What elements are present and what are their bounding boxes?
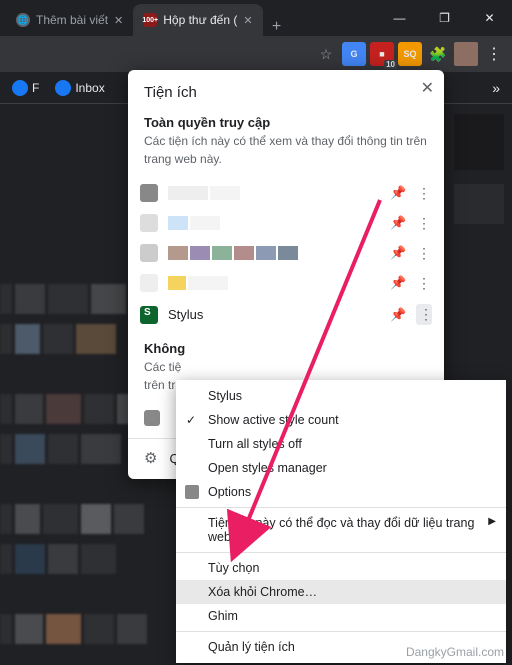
globe-icon: 🌐 <box>16 13 30 27</box>
ctx-separator <box>176 552 506 553</box>
profile-avatar[interactable] <box>454 42 478 66</box>
more-icon[interactable]: ⋮ <box>416 304 432 325</box>
full-access-heading: Toàn quyền truy cập <box>128 111 444 132</box>
options-icon <box>185 485 199 499</box>
ctx-item-open-manager[interactable]: Open styles manager <box>176 456 506 480</box>
maximize-button[interactable]: ❐ <box>422 0 467 36</box>
full-access-description: Các tiện ích này có thể xem và thay đổi … <box>128 132 444 178</box>
extension-row[interactable]: 📌 ⋮ <box>128 178 444 208</box>
checkmark-icon: ✓ <box>186 413 196 427</box>
badge-count: 10 <box>384 60 397 69</box>
bookmark-item-1[interactable]: Inbox <box>49 76 110 100</box>
gear-icon[interactable]: ⚙ <box>144 449 157 467</box>
extension-icon <box>140 184 158 202</box>
context-menu: Stylus ✓ Show active style count Turn al… <box>176 380 506 663</box>
ctx-item-site-access[interactable]: Tiện ích này có thể đọc và thay đổi dữ l… <box>176 511 506 549</box>
ctx-item-show-active-count[interactable]: ✓ Show active style count <box>176 408 506 432</box>
no-access-heading: Không <box>128 331 444 358</box>
gmail-icon: 100+ <box>143 13 157 27</box>
more-icon[interactable]: ⋮ <box>416 185 432 202</box>
ctx-item-options[interactable]: Options <box>176 480 506 504</box>
close-popup-button[interactable]: ✕ <box>421 78 434 98</box>
bookmark-item-0[interactable]: F <box>6 76 45 100</box>
watermark-text: DangkyGmail.com <box>406 645 504 659</box>
extension-icon <box>140 214 158 232</box>
bookmarks-overflow-button[interactable]: » <box>486 80 506 96</box>
pin-icon[interactable]: 📌 <box>390 245 406 261</box>
extension-row-stylus[interactable]: Stylus 📌 ⋮ <box>128 298 444 331</box>
extension-icon <box>140 244 158 262</box>
browser-tab-1[interactable]: 100+ Hộp thư đến ( ✕ <box>133 4 262 36</box>
minimize-button[interactable]: — <box>377 0 422 36</box>
extension-row[interactable]: 📌 ⋮ <box>128 208 444 238</box>
tab-title: Hộp thư đến ( <box>163 13 237 27</box>
more-icon[interactable]: ⋮ <box>416 215 432 232</box>
bookmark-star-icon[interactable]: ☆ <box>314 42 338 66</box>
browser-tab-0[interactable]: 🌐 Thêm bài viết ✕ <box>6 4 133 36</box>
close-icon[interactable]: ✕ <box>243 14 252 27</box>
ctx-item-pin[interactable]: Ghim <box>176 604 506 628</box>
bookmark-label: F <box>32 81 39 95</box>
extension-row[interactable]: 📌 ⋮ <box>128 238 444 268</box>
more-icon[interactable]: ⋮ <box>416 275 432 292</box>
extension-name-blurred <box>168 216 380 230</box>
window-titlebar: 🌐 Thêm bài viết ✕ 100+ Hộp thư đến ( ✕ +… <box>0 0 512 36</box>
pin-icon[interactable]: 📌 <box>390 275 406 291</box>
ctx-item-turn-off[interactable]: Turn all styles off <box>176 432 506 456</box>
extension-icon-translate[interactable]: G <box>342 42 366 66</box>
bookmark-label: Inbox <box>75 81 104 95</box>
close-icon[interactable]: ✕ <box>114 14 123 27</box>
ctx-item-options2[interactable]: Tùy chọn <box>176 556 506 580</box>
close-window-button[interactable]: ✕ <box>467 0 512 36</box>
extension-name: Stylus <box>168 307 380 322</box>
extension-icon <box>144 410 160 426</box>
ctx-header-stylus: Stylus <box>176 384 506 408</box>
extension-row[interactable]: 📌 ⋮ <box>128 268 444 298</box>
new-tab-button[interactable]: + <box>263 18 291 36</box>
facebook-icon <box>12 80 28 96</box>
pin-icon[interactable]: 📌 <box>390 307 406 323</box>
extensions-button[interactable]: 🧩 <box>426 42 450 66</box>
facebook-icon <box>55 80 71 96</box>
tab-title: Thêm bài viết <box>36 13 108 27</box>
ctx-separator <box>176 507 506 508</box>
browser-toolbar: ☆ G ■10 SQ 🧩 ⋮ <box>0 36 512 72</box>
extension-name-blurred <box>168 276 380 290</box>
tab-strip: 🌐 Thêm bài viết ✕ 100+ Hộp thư đến ( ✕ + <box>0 0 377 36</box>
extension-name-blurred <box>168 246 380 260</box>
ctx-item-remove-from-chrome[interactable]: Xóa khỏi Chrome… <box>176 580 506 604</box>
submenu-arrow-icon: ▶ <box>488 516 496 527</box>
stylus-icon <box>140 306 158 324</box>
pin-icon[interactable]: 📌 <box>390 185 406 201</box>
window-controls: — ❐ ✕ <box>377 0 512 36</box>
extension-icon-sq[interactable]: SQ <box>398 42 422 66</box>
popup-title: Tiện ích <box>128 70 444 111</box>
more-icon[interactable]: ⋮ <box>416 245 432 262</box>
extension-icon-red[interactable]: ■10 <box>370 42 394 66</box>
ctx-separator <box>176 631 506 632</box>
extension-icon <box>140 274 158 292</box>
pin-icon[interactable]: 📌 <box>390 215 406 231</box>
extension-name-blurred <box>168 186 380 200</box>
chrome-menu-button[interactable]: ⋮ <box>482 42 506 66</box>
